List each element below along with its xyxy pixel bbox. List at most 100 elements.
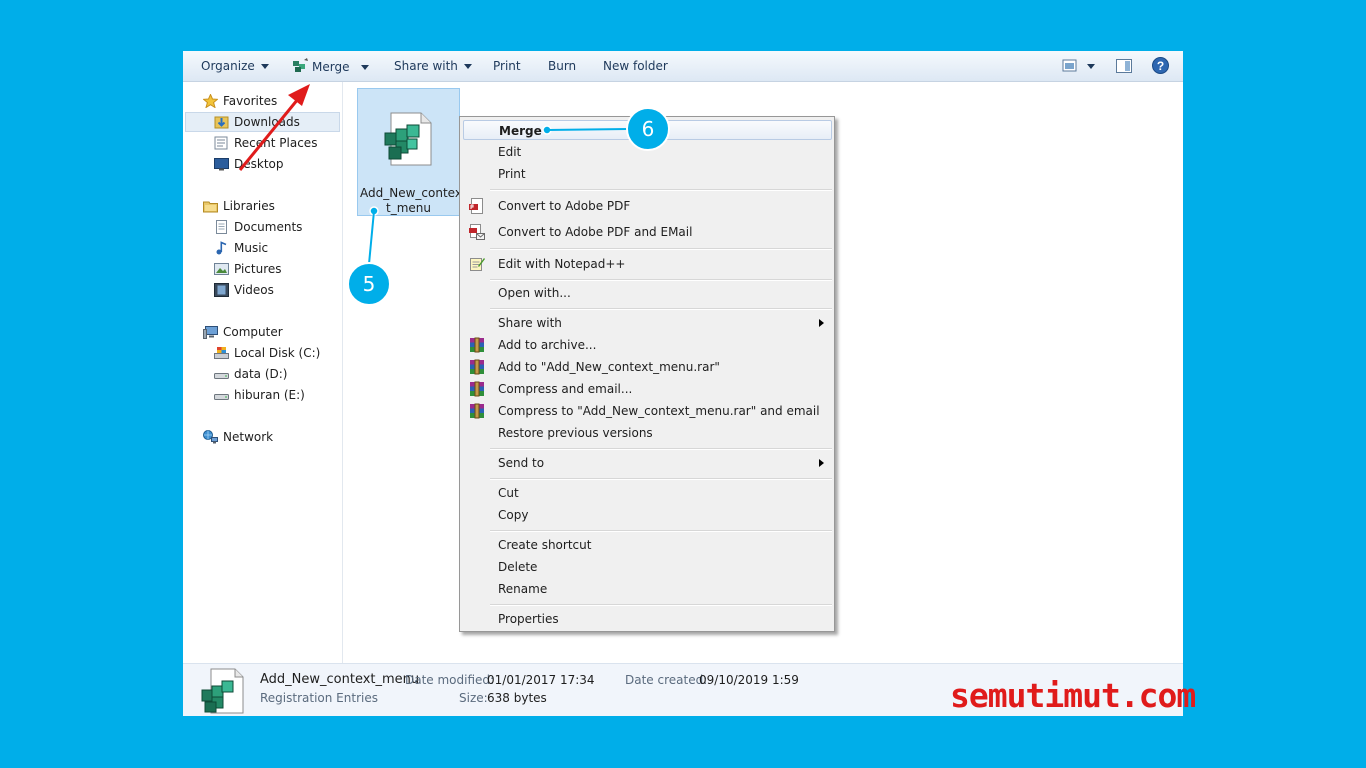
- nav-label: Pictures: [234, 262, 282, 276]
- music-icon: [216, 241, 227, 255]
- menu-item-compress-email[interactable]: Compress and email...: [460, 379, 834, 399]
- date-modified-label: Date modified:: [405, 673, 495, 687]
- menu-item-label: Copy: [498, 508, 529, 522]
- menu-item-label: Edit with Notepad++: [498, 257, 626, 271]
- menu-item-edit-notepad[interactable]: Edit with Notepad++: [460, 254, 834, 274]
- menu-item-label: Create shortcut: [498, 538, 592, 552]
- menu-separator: [490, 279, 832, 281]
- menu-item-send-to[interactable]: Send to: [460, 453, 834, 473]
- nav-label: Local Disk (C:): [234, 346, 321, 360]
- nav-label: Videos: [234, 283, 274, 297]
- desktop-icon: [214, 158, 229, 171]
- menu-separator: [490, 308, 832, 310]
- nav-label: Favorites: [223, 94, 278, 108]
- menu-item-label: Open with...: [498, 286, 571, 300]
- burn-button[interactable]: Burn: [548, 58, 576, 75]
- documents-icon: [216, 220, 227, 234]
- menu-item-convert-pdf-email[interactable]: Convert to Adobe PDF and EMail: [460, 222, 834, 242]
- menu-item-print[interactable]: Print: [460, 164, 834, 184]
- preview-pane-icon: [1116, 59, 1132, 73]
- menu-item-restore-versions[interactable]: Restore previous versions: [460, 423, 834, 443]
- pdf-email-icon: [469, 224, 485, 240]
- recent-places-icon: [214, 136, 228, 150]
- details-file-name: Add_New_context_menu: [260, 672, 420, 687]
- menu-item-share-with[interactable]: Share with: [460, 313, 834, 333]
- menu-item-create-shortcut[interactable]: Create shortcut: [460, 535, 834, 555]
- pictures-icon: [214, 263, 229, 275]
- new-folder-button[interactable]: New folder: [603, 58, 668, 75]
- menu-separator: [490, 248, 832, 250]
- pdf-icon: [469, 198, 483, 214]
- registry-file-icon: [384, 112, 432, 166]
- menu-item-label: Restore previous versions: [498, 426, 653, 440]
- merge-button[interactable]: Merge: [291, 58, 370, 75]
- menu-item-label: Compress to "Add_New_context_menu.rar" a…: [498, 404, 820, 418]
- libraries-icon: [203, 201, 218, 213]
- computer-icon: [203, 326, 218, 339]
- nav-label: data (D:): [234, 367, 288, 381]
- context-menu: Merge Edit Print Convert to Adobe PDF Co…: [459, 116, 835, 632]
- system-drive-icon: [214, 347, 229, 359]
- winrar-icon: [470, 337, 484, 353]
- date-created-label: Date created:: [625, 673, 708, 687]
- menu-item-compress-rar-email[interactable]: Compress to "Add_New_context_menu.rar" a…: [460, 401, 834, 421]
- menu-item-add-archive[interactable]: Add to archive...: [460, 335, 834, 355]
- help-button[interactable]: ?: [1152, 57, 1169, 77]
- nav-label: Downloads: [234, 115, 300, 129]
- chevron-down-icon: [260, 64, 269, 69]
- drive-icon: [214, 394, 229, 400]
- star-icon: [203, 94, 218, 108]
- organize-label: Organize: [201, 59, 255, 73]
- menu-item-label: Print: [498, 167, 526, 181]
- nav-label: Music: [234, 241, 269, 255]
- menu-item-label: Compress and email...: [498, 382, 633, 396]
- watermark-text: semutimut.com: [950, 676, 1196, 715]
- size-value: 638 bytes: [487, 691, 547, 705]
- menu-item-cut[interactable]: Cut: [460, 483, 834, 503]
- menu-item-open-with[interactable]: Open with...: [460, 283, 834, 303]
- menu-separator: [490, 604, 832, 606]
- preview-pane-button[interactable]: [1116, 59, 1132, 76]
- date-created-value: 09/10/2019 1:59: [699, 673, 799, 687]
- winrar-icon: [470, 359, 484, 375]
- nav-label: Computer: [223, 325, 283, 339]
- network-icon: [203, 430, 218, 444]
- merge-icon: [293, 58, 308, 72]
- drive-icon: [214, 373, 229, 379]
- menu-item-properties[interactable]: Properties: [460, 609, 834, 629]
- winrar-icon: [470, 381, 484, 397]
- submenu-arrow-icon: [819, 319, 824, 327]
- menu-item-label: Delete: [498, 560, 538, 574]
- nav-label: Desktop: [234, 157, 284, 171]
- file-item-selected[interactable]: Add_New_contex t_menu: [357, 88, 462, 216]
- menu-item-copy[interactable]: Copy: [460, 505, 834, 525]
- nav-label: Recent Places: [234, 136, 318, 150]
- help-icon: ?: [1152, 57, 1169, 74]
- menu-item-rename[interactable]: Rename: [460, 579, 834, 599]
- merge-label: Merge: [312, 60, 350, 74]
- file-name-line1: Add_New_contex: [360, 186, 462, 200]
- chevron-down-icon: [463, 64, 472, 69]
- organize-button[interactable]: Organize: [201, 58, 269, 75]
- details-file-type: Registration Entries: [260, 691, 378, 705]
- menu-item-label: Share with: [498, 316, 562, 330]
- menu-item-delete[interactable]: Delete: [460, 557, 834, 577]
- menu-separator: [490, 530, 832, 532]
- winrar-icon: [470, 403, 484, 419]
- print-button[interactable]: Print: [493, 58, 521, 75]
- menu-item-convert-pdf[interactable]: Convert to Adobe PDF: [460, 196, 834, 216]
- menu-separator: [490, 478, 832, 480]
- menu-item-label: Convert to Adobe PDF: [498, 199, 631, 213]
- navigation-pane: Favorites Downloads Recent Places Deskto…: [183, 82, 343, 663]
- chevron-down-icon: [361, 65, 370, 70]
- view-options-button[interactable]: [1062, 59, 1096, 76]
- command-bar: Organize Merge Share with Print Burn New…: [183, 51, 1183, 82]
- notepad-plus-plus-icon: [470, 258, 485, 271]
- menu-separator: [490, 189, 832, 191]
- menu-item-label: Merge: [499, 124, 542, 138]
- share-with-button[interactable]: Share with: [394, 58, 472, 75]
- submenu-arrow-icon: [819, 459, 824, 467]
- menu-item-label: Send to: [498, 456, 545, 470]
- videos-icon: [214, 283, 229, 297]
- menu-item-add-rar[interactable]: Add to "Add_New_context_menu.rar": [460, 357, 834, 377]
